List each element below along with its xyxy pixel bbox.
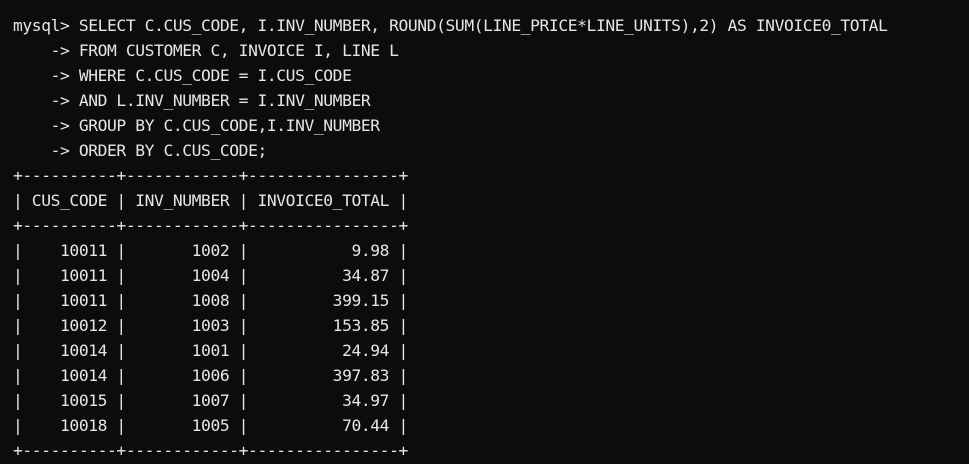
continuation-prompt: -> [13, 116, 79, 135]
table-row: | 10011 | 1004 | 34.87 | [13, 266, 408, 285]
query-line-4: -> AND L.INV_NUMBER = I.INV_NUMBER [13, 88, 969, 113]
table-border-header: +----------+------------+---------------… [13, 216, 408, 235]
table-row: | 10015 | 1007 | 34.97 | [13, 391, 408, 410]
query-line-6: -> ORDER BY C.CUS_CODE; [13, 138, 969, 163]
query-text: WHERE C.CUS_CODE = I.CUS_CODE [78, 66, 352, 85]
continuation-prompt: -> [13, 141, 79, 160]
continuation-prompt: -> [13, 66, 79, 85]
table-row: | 10018 | 1005 | 70.44 | [13, 416, 408, 435]
query-text: ORDER BY C.CUS_CODE; [78, 141, 267, 160]
query-line-5: -> GROUP BY C.CUS_CODE,I.INV_NUMBER [13, 113, 969, 138]
query-text: AND L.INV_NUMBER = I.INV_NUMBER [78, 91, 371, 110]
query-text: SELECT C.CUS_CODE, I.INV_NUMBER, ROUND(S… [78, 16, 888, 35]
table-row: | 10011 | 1008 | 399.15 | [13, 291, 408, 310]
table-border-top: +----------+------------+---------------… [13, 166, 408, 185]
table-row: | 10014 | 1001 | 24.94 | [13, 341, 408, 360]
query-text: GROUP BY C.CUS_CODE,I.INV_NUMBER [78, 116, 380, 135]
query-text: FROM CUSTOMER C, INVOICE I, LINE L [78, 41, 399, 60]
table-row: | 10011 | 1002 | 9.98 | [13, 241, 408, 260]
table-row: | 10014 | 1006 | 397.83 | [13, 366, 408, 385]
query-line-1: mysql> SELECT C.CUS_CODE, I.INV_NUMBER, … [13, 13, 969, 38]
terminal-window[interactable]: mysql> SELECT C.CUS_CODE, I.INV_NUMBER, … [0, 0, 969, 464]
table-row: | 10012 | 1003 | 153.85 | [13, 316, 408, 335]
continuation-prompt: -> [13, 41, 79, 60]
continuation-prompt: -> [13, 91, 79, 110]
table-header: | CUS_CODE | INV_NUMBER | INVOICE0_TOTAL… [13, 191, 408, 210]
table-border-bottom: +----------+------------+---------------… [13, 441, 408, 460]
mysql-prompt: mysql> [13, 16, 79, 35]
query-line-3: -> WHERE C.CUS_CODE = I.CUS_CODE [13, 63, 969, 88]
query-line-2: -> FROM CUSTOMER C, INVOICE I, LINE L [13, 38, 969, 63]
